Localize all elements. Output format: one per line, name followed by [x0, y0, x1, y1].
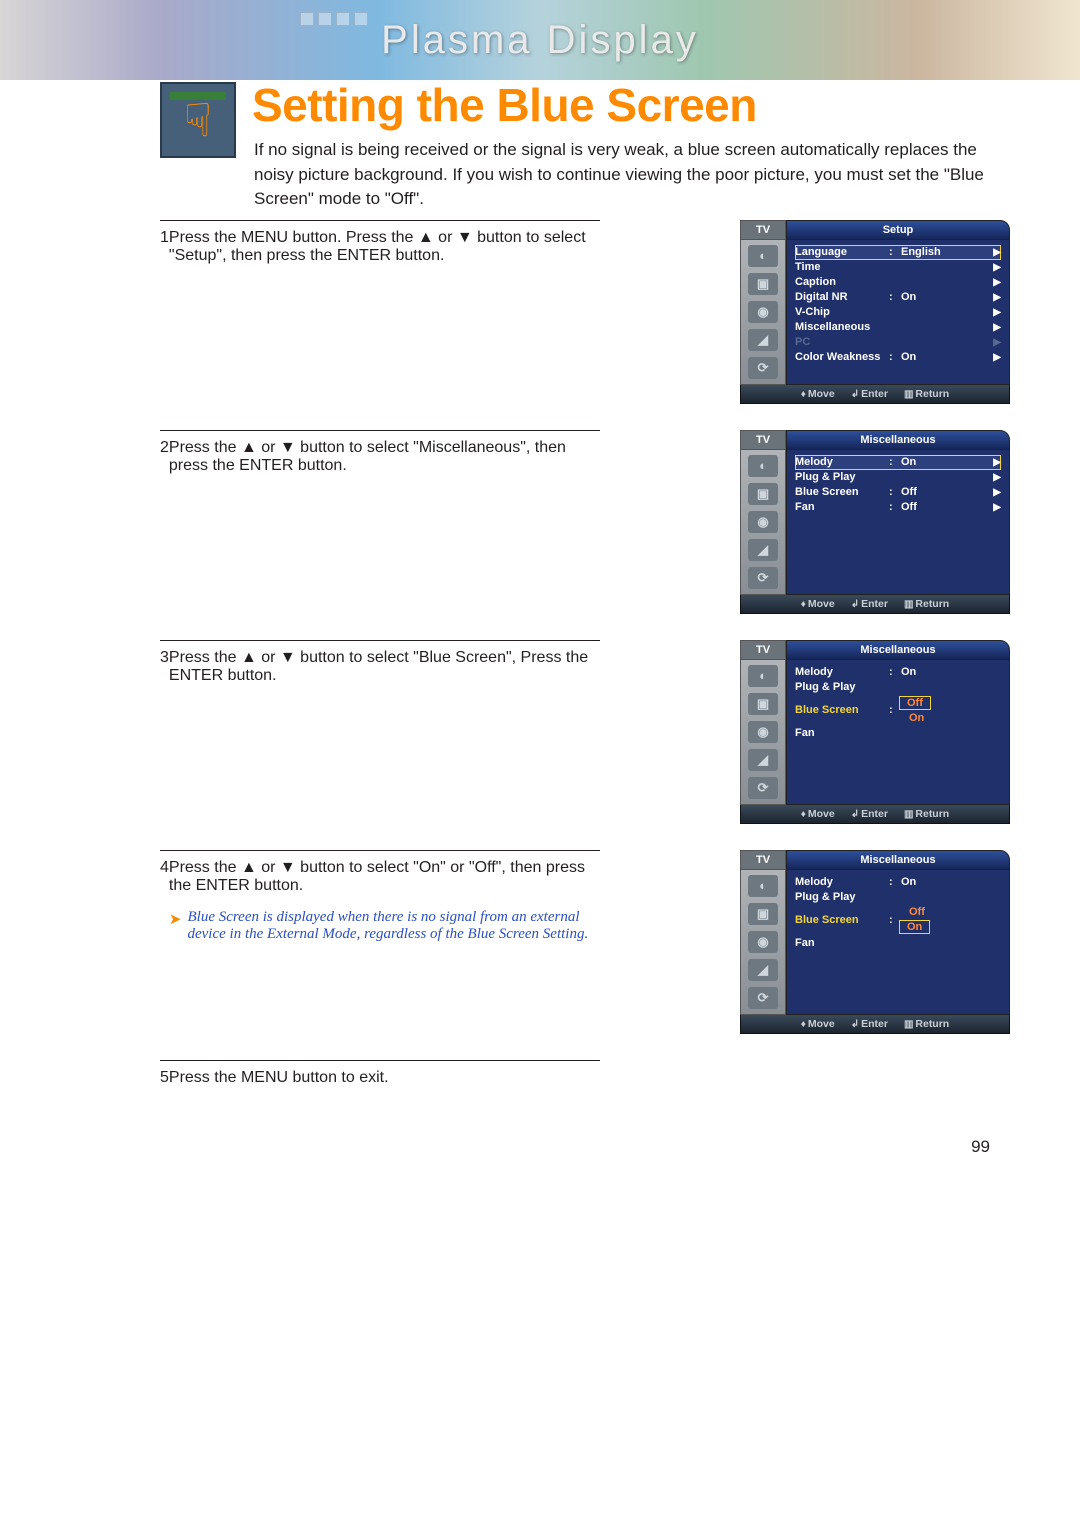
category-icon: ◐ — [748, 455, 778, 477]
menu-row[interactable]: Blue Screen:Off▶ — [795, 485, 1001, 500]
osd-menu: TVSetup ◐ ▣ ◉ ◢ ⟳ Language:English▶Time▶Captio… — [740, 220, 1010, 404]
category-icon: ◢ — [748, 539, 778, 561]
step-number: 5 — [160, 1069, 169, 1087]
menu-footer: ♦Move↲Enter▥Return — [740, 595, 1010, 614]
step-text: Press the ▲ or ▼ button to select "Blue … — [169, 649, 600, 685]
tv-tab: TV — [740, 220, 786, 240]
category-icon: ◢ — [748, 749, 778, 771]
category-icon: ◉ — [748, 301, 778, 323]
menu-row[interactable]: Time▶ — [795, 260, 1001, 275]
menu-category-icons: ◐ ▣ ◉ ◢ ⟳ — [740, 870, 786, 1015]
menu-category-icons: ◐ ▣ ◉ ◢ ⟳ — [740, 450, 786, 595]
step: 5Press the MENU button to exit. — [160, 1060, 600, 1087]
menu-row[interactable]: Melody:On▶ — [795, 455, 1001, 470]
menu-title: Setup — [786, 220, 1010, 240]
category-icon: ▣ — [748, 903, 778, 925]
category-icon: ◢ — [748, 959, 778, 981]
step: 4Press the ▲ or ▼ button to select "On" … — [160, 850, 600, 943]
menu-row[interactable]: Color Weakness:On▶ — [795, 350, 1001, 365]
top-banner: Plasma Display — [0, 0, 1080, 80]
menu-row[interactable]: Melody:On — [795, 665, 1001, 680]
step: 3Press the ▲ or ▼ button to select "Blue… — [160, 640, 600, 685]
menu-row[interactable]: Plug & Play▶ — [795, 470, 1001, 485]
category-icon: ◉ — [748, 511, 778, 533]
category-icon: ⟳ — [748, 777, 778, 799]
menu-category-icons: ◐ ▣ ◉ ◢ ⟳ — [740, 240, 786, 385]
step-number: 1 — [160, 229, 169, 265]
menu-row[interactable]: Language:English▶ — [795, 245, 1001, 260]
category-icon: ⟳ — [748, 357, 778, 379]
step-number: 3 — [160, 649, 169, 685]
page-title: Setting the Blue Screen — [252, 78, 1010, 132]
menu-row[interactable]: Melody:On — [795, 875, 1001, 890]
menu-footer: ♦Move↲Enter▥Return — [740, 385, 1010, 404]
banner-text: Plasma Display — [381, 18, 699, 63]
tv-tab: TV — [740, 430, 786, 450]
menu-category-icons: ◐ ▣ ◉ ◢ ⟳ — [740, 660, 786, 805]
menu-row[interactable]: Caption▶ — [795, 275, 1001, 290]
intro-text: If no signal is being received or the si… — [254, 138, 1010, 212]
category-icon: ◉ — [748, 931, 778, 953]
step-text: Press the MENU button. Press the ▲ or ▼ … — [169, 229, 600, 265]
category-icon: ▣ — [748, 483, 778, 505]
menu-row[interactable]: Fan:Off▶ — [795, 500, 1001, 515]
menu-title: Miscellaneous — [786, 430, 1010, 450]
menu-row[interactable]: Digital NR:On▶ — [795, 290, 1001, 305]
menu-row[interactable]: Miscellaneous▶ — [795, 320, 1001, 335]
menu-footer: ♦Move↲Enter▥Return — [740, 1015, 1010, 1034]
category-icon: ▣ — [748, 693, 778, 715]
step-number: 2 — [160, 439, 169, 475]
category-icon: ◉ — [748, 721, 778, 743]
menu-title: Miscellaneous — [786, 640, 1010, 660]
step-text: Press the ▲ or ▼ button to select "Misce… — [169, 439, 600, 475]
step-text: Press the ▲ or ▼ button to select "On" o… — [169, 859, 600, 943]
section-icon: ☟ — [160, 82, 236, 158]
category-icon: ◐ — [748, 665, 778, 687]
category-icon: ▣ — [748, 273, 778, 295]
option-value[interactable]: On — [899, 920, 930, 934]
category-icon: ◐ — [748, 875, 778, 897]
option-value[interactable]: Off — [899, 906, 930, 918]
menu-row[interactable]: Fan — [795, 726, 1001, 741]
step: 1Press the MENU button. Press the ▲ or ▼… — [160, 220, 600, 265]
osd-menu: TVMiscellaneous ◐ ▣ ◉ ◢ ⟳ Melody:On▶Plug & Pla… — [740, 430, 1010, 614]
option-value[interactable]: On — [899, 712, 931, 724]
menu-row[interactable]: V-Chip▶ — [795, 305, 1001, 320]
tv-tab: TV — [740, 850, 786, 870]
category-icon: ◐ — [748, 245, 778, 267]
page-number: 99 — [0, 1117, 1080, 1157]
category-icon: ◢ — [748, 329, 778, 351]
menu-title: Miscellaneous — [786, 850, 1010, 870]
menu-row[interactable]: PC▶ — [795, 335, 1001, 350]
category-icon: ⟳ — [748, 987, 778, 1009]
osd-menu: TVMiscellaneous ◐ ▣ ◉ ◢ ⟳ Melody:OnPlug & Play… — [740, 850, 1010, 1034]
menu-row[interactable]: Fan — [795, 936, 1001, 951]
menu-row[interactable]: Plug & Play — [795, 680, 1001, 695]
osd-menu: TVMiscellaneous ◐ ▣ ◉ ◢ ⟳ Melody:OnPlug & Play… — [740, 640, 1010, 824]
menu-row[interactable]: Blue Screen:OffOn — [795, 695, 1001, 726]
menu-row[interactable]: Blue Screen:OffOn — [795, 905, 1001, 936]
menu-row[interactable]: Plug & Play — [795, 890, 1001, 905]
step: 2Press the ▲ or ▼ button to select "Misc… — [160, 430, 600, 475]
step-number: 4 — [160, 859, 169, 943]
tv-tab: TV — [740, 640, 786, 660]
step-text: Press the MENU button to exit. — [169, 1069, 389, 1087]
step-note: ➤Blue Screen is displayed when there is … — [169, 909, 600, 943]
category-icon: ⟳ — [748, 567, 778, 589]
option-value[interactable]: Off — [899, 696, 931, 710]
menu-footer: ♦Move↲Enter▥Return — [740, 805, 1010, 824]
